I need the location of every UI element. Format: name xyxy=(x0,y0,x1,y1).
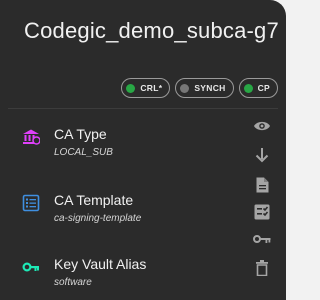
synch-badge[interactable]: SYNCH xyxy=(175,78,234,98)
eye-icon xyxy=(254,121,270,131)
document-button[interactable] xyxy=(252,175,272,195)
checklist-button[interactable] xyxy=(252,202,272,222)
crl-badge-label: CRL* xyxy=(140,83,163,93)
cp-badge[interactable]: CP xyxy=(238,78,278,98)
crl-badge[interactable]: CRL* xyxy=(121,78,171,98)
trash-icon xyxy=(256,260,268,276)
key-vault-alias-value: software xyxy=(54,277,92,288)
ca-card: Codegic_demo_subca-g7 CRL* SYNCH CP CA T… xyxy=(0,0,286,300)
key-icon xyxy=(253,235,271,243)
list-icon xyxy=(22,194,40,212)
synch-status-dot xyxy=(180,83,190,93)
bank-icon xyxy=(22,128,41,146)
crl-status-dot xyxy=(126,83,136,93)
delete-button[interactable] xyxy=(252,258,272,278)
arrow-down-icon xyxy=(255,148,269,163)
checklist-icon xyxy=(254,204,270,220)
document-icon xyxy=(256,177,268,193)
view-button[interactable] xyxy=(252,116,272,136)
card-title: Codegic_demo_subca-g7 xyxy=(24,18,279,43)
key-button[interactable] xyxy=(252,229,272,249)
ca-template-label: CA Template xyxy=(54,192,134,208)
divider xyxy=(8,108,278,109)
key-icon xyxy=(22,258,40,276)
key-vault-alias-label: Key Vault Alias xyxy=(54,256,147,272)
status-badges: CRL* SYNCH CP xyxy=(121,78,278,98)
ca-type-value: LOCAL_SUB xyxy=(54,147,113,158)
ca-type-label: CA Type xyxy=(54,126,107,142)
download-button[interactable] xyxy=(252,145,272,165)
ca-template-value: ca-signing-template xyxy=(54,213,142,224)
cp-badge-label: CP xyxy=(257,83,270,93)
synch-badge-label: SYNCH xyxy=(194,83,226,93)
cp-status-dot xyxy=(243,83,253,93)
